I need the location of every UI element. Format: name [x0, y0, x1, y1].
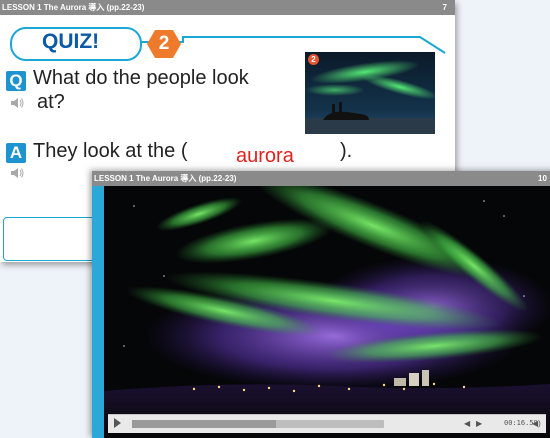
thumbnail-number: 2: [308, 54, 319, 65]
aurora-thumbnail[interactable]: 2: [305, 52, 435, 134]
answer-word[interactable]: aurora: [236, 145, 294, 168]
answer-badge: A: [6, 143, 26, 163]
question-text: What do the people look at?: [33, 66, 249, 114]
question-line-2: at?: [37, 91, 65, 113]
video-page-number: 10: [538, 174, 547, 183]
prev-icon[interactable]: ◀: [464, 419, 470, 428]
question-badge: Q: [6, 71, 26, 91]
answer-speaker-icon[interactable]: [10, 167, 24, 179]
question-line-1: What do the people look: [33, 67, 249, 89]
left-accent-bar: [92, 186, 104, 438]
answer-prefix: They look at the (: [33, 140, 188, 162]
video-window-header: LESSON 1 The Aurora 導入 (pp.22-23) 10: [92, 171, 550, 186]
quiz-number-hexagon: 2: [147, 30, 181, 58]
answer-suffix: ).: [340, 140, 353, 162]
aurora-image: [104, 186, 550, 438]
aurora-video[interactable]: [104, 186, 550, 438]
next-icon[interactable]: ▶: [476, 419, 482, 428]
video-header-title: LESSON 1 The Aurora 導入 (pp.22-23): [94, 174, 237, 183]
quiz-label: QUIZ!: [42, 30, 100, 53]
progress-track[interactable]: [132, 420, 384, 428]
progress-fill: [132, 420, 276, 428]
question-speaker-icon[interactable]: [10, 97, 24, 109]
video-window: LESSON 1 The Aurora 導入 (pp.22-23) 10 ◀ ▶…: [92, 171, 550, 438]
answer-input-box[interactable]: [3, 217, 95, 261]
play-icon[interactable]: [114, 418, 121, 428]
quiz-number: 2: [158, 33, 170, 54]
volume-icon[interactable]: ◀): [532, 419, 541, 428]
video-controls: ◀ ▶ 00:16.59 ◀): [108, 414, 546, 433]
